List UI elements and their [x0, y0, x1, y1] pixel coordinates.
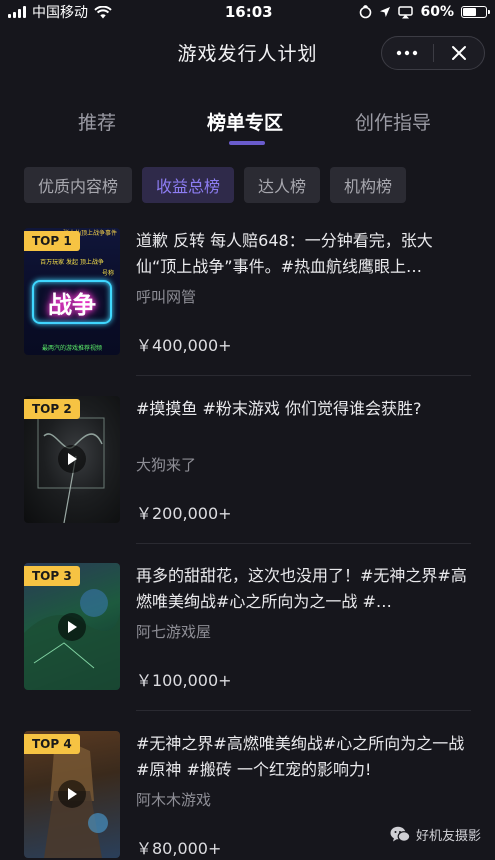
video-thumbnail[interactable]: TOP 3: [24, 563, 120, 690]
video-title[interactable]: #摸摸鱼 #粉末游戏 你们觉得谁会获胜?: [136, 396, 471, 448]
rank-badge: TOP 4: [24, 733, 80, 754]
rank-badge: TOP 2: [24, 398, 80, 419]
watermark: 好机友摄影: [390, 825, 481, 844]
revenue-amount: ￥200,000+: [136, 503, 232, 523]
battery-percent: 60%: [420, 4, 454, 20]
video-title[interactable]: #无神之界#高燃唯美绚战#心之所向为之一战 #原神 #搬砖 一个红宠的影响力!: [136, 731, 471, 783]
video-title[interactable]: 道歉 反转 每人赔648：一分钟看完，张大仙“顶上战争”事件。#热血航线鹰眼上…: [136, 228, 471, 280]
close-icon: [451, 46, 466, 60]
video-thumbnail[interactable]: TOP 4: [24, 730, 120, 858]
item-info: #无神之界#高燃唯美绚战#心之所向为之一战 #原神 #搬砖 一个红宠的影响力! …: [136, 731, 471, 858]
revenue-amount: ￥100,000+: [136, 671, 232, 690]
more-button[interactable]: [382, 37, 433, 69]
status-right: 60%: [359, 4, 490, 20]
mini-program-capsule: [381, 36, 485, 70]
author-name[interactable]: 阿木木游戏: [136, 789, 471, 810]
location-icon: [380, 7, 391, 17]
chip-total-revenue[interactable]: 收益总榜: [142, 167, 235, 203]
wifi-icon: [94, 5, 112, 18]
divider: [136, 375, 471, 376]
status-time: 16:03: [224, 3, 273, 21]
tab-recommend[interactable]: 推荐: [78, 108, 116, 135]
list-item[interactable]: TOP 3 再多的甜甜花，这次也没用了！#无神之界#高燃唯美绚战#心之所向为之一…: [24, 563, 471, 731]
list-item[interactable]: TOP 1 张大仙顶上战争事件 百万玩家 发起 顶上战争 号称 战争 最两汽的游…: [24, 228, 471, 396]
chip-quality-content[interactable]: 优质内容榜: [24, 167, 133, 203]
status-bar: 中国移动 16:03 60%: [0, 0, 495, 24]
battery-icon: [461, 6, 490, 18]
thumb-line2: 号称: [101, 270, 114, 277]
thumb-line1: 百万玩家 发起 顶上战争: [40, 259, 104, 266]
page-title: 游戏发行人计划: [177, 42, 318, 65]
author-name[interactable]: 大狗来了: [136, 454, 471, 475]
watermark-text: 好机友摄影: [415, 829, 481, 844]
carrier-name: 中国移动: [32, 5, 88, 21]
thumb-bottom-text: 最两汽的游戏推荐视频: [41, 345, 102, 352]
main-tabs: 推荐 榜单专区 创作指导: [0, 100, 495, 152]
chip-creators[interactable]: 达人榜: [244, 167, 321, 203]
rank-badge: TOP 1: [24, 231, 80, 251]
status-left: 中国移动: [8, 2, 198, 22]
divider: [136, 542, 471, 544]
wechat-icon: [390, 826, 410, 842]
close-button[interactable]: [434, 37, 485, 69]
author-name[interactable]: 呼叫网管: [136, 286, 471, 307]
item-info: 道歉 反转 每人赔648：一分钟看完，张大仙“顶上战争”事件。#热血航线鹰眼上……: [136, 228, 471, 355]
tab-rankings[interactable]: 榜单专区: [207, 108, 283, 135]
item-info: #摸摸鱼 #粉末游戏 你们觉得谁会获胜? 大狗来了 ￥200,000+: [136, 396, 471, 523]
screen-mirroring-icon: [398, 5, 414, 18]
revenue-amount: ￥80,000+: [136, 838, 222, 858]
item-info: 再多的甜甜花，这次也没用了！#无神之界#高燃唯美绚战#心之所向为之一战 #… 阿…: [136, 563, 471, 690]
nav-bar: 游戏发行人计划: [0, 24, 495, 80]
thumb-neon-frame: 战争: [32, 280, 112, 324]
play-icon: [58, 780, 86, 808]
video-thumbnail[interactable]: TOP 2: [24, 395, 120, 523]
rank-badge: TOP 3: [24, 566, 80, 586]
ranking-filter-chips: 优质内容榜 收益总榜 达人榜 机构榜: [24, 167, 407, 203]
thumb-neon-text: 战争: [48, 290, 96, 319]
tab-creation-guide[interactable]: 创作指导: [355, 108, 431, 135]
ranking-list: TOP 1 张大仙顶上战争事件 百万玩家 发起 顶上战争 号称 战争 最两汽的游…: [24, 228, 471, 860]
battery-fill: [463, 8, 477, 16]
active-tab-indicator: [229, 141, 265, 145]
more-icon: [397, 50, 418, 56]
video-title[interactable]: 再多的甜甜花，这次也没用了！#无神之界#高燃唯美绚战#心之所向为之一战 #…: [136, 563, 471, 615]
signal-icon: [8, 6, 26, 18]
chip-agencies[interactable]: 机构榜: [330, 167, 407, 203]
play-icon: [58, 445, 86, 473]
screen-lock-icon: [360, 5, 372, 19]
video-thumbnail[interactable]: TOP 1 张大仙顶上战争事件 百万玩家 发起 顶上战争 号称 战争 最两汽的游…: [24, 228, 120, 355]
divider: [136, 710, 471, 711]
revenue-amount: ￥400,000+: [136, 336, 232, 355]
author-name[interactable]: 阿七游戏屋: [136, 621, 471, 642]
list-item[interactable]: TOP 2 #摸摸鱼 #粉末游戏 你们觉得谁会获胜? 大狗来了 ￥200,000…: [24, 395, 471, 564]
play-icon: [58, 612, 86, 641]
